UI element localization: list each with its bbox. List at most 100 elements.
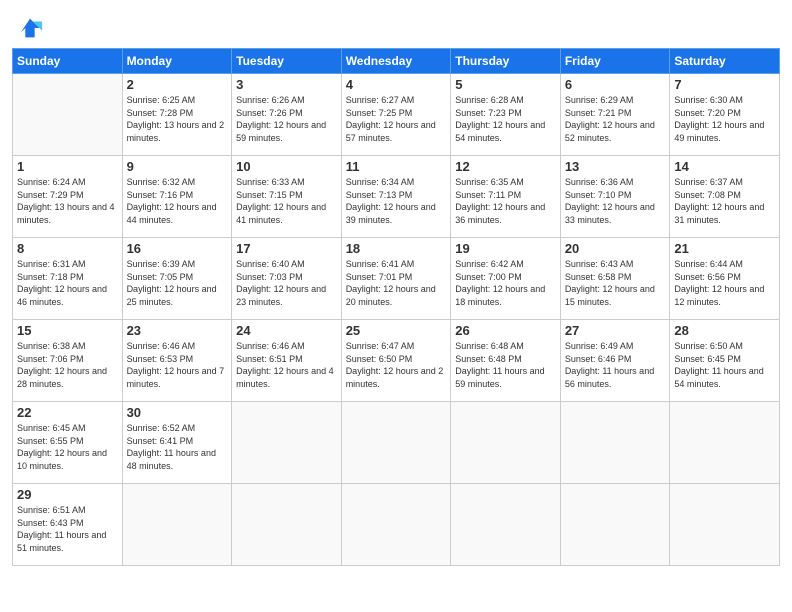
- calendar-cell: 19 Sunrise: 6:42 AMSunset: 7:00 PMDayligh…: [451, 238, 561, 320]
- day-info: Sunrise: 6:26 AMSunset: 7:26 PMDaylight:…: [236, 94, 337, 144]
- day-number: 20: [565, 241, 666, 256]
- calendar-row-0: 2Sunrise: 6:25 AMSunset: 7:28 PMDaylight…: [13, 74, 780, 156]
- header: [12, 10, 780, 42]
- calendar-cell: 29Sunrise: 6:51 AMSunset: 6:43 PMDayligh…: [13, 484, 123, 566]
- weekday-header-monday: Monday: [122, 49, 232, 74]
- day-info: Sunrise: 6:42 AMSunset: 7:00 PMDaylight:…: [455, 258, 556, 308]
- day-info: Sunrise: 6:46 AMSunset: 6:51 PMDaylight:…: [236, 340, 337, 390]
- day-number: 24: [236, 323, 337, 338]
- day-info: Sunrise: 6:28 AMSunset: 7:23 PMDaylight:…: [455, 94, 556, 144]
- day-info: Sunrise: 6:40 AMSunset: 7:03 PMDaylight:…: [236, 258, 337, 308]
- calendar-cell: 15Sunrise: 6:38 AMSunset: 7:06 PMDayligh…: [13, 320, 123, 402]
- calendar-cell: 21 Sunrise: 6:44 AMSunset: 6:56 PMDayligh…: [670, 238, 780, 320]
- day-number: 14: [674, 159, 775, 174]
- day-number: 1: [17, 159, 118, 174]
- calendar-cell: 11Sunrise: 6:34 AMSunset: 7:13 PMDayligh…: [341, 156, 451, 238]
- calendar-row-2: 8Sunrise: 6:31 AMSunset: 7:18 PMDaylight…: [13, 238, 780, 320]
- calendar-table: SundayMondayTuesdayWednesdayThursdayFrid…: [12, 48, 780, 566]
- day-number: 18: [346, 241, 447, 256]
- day-number: 7: [674, 77, 775, 92]
- calendar-cell: [341, 484, 451, 566]
- calendar-cell: 30 Sunrise: 6:52 AMSunset: 6:41 PMDayligh…: [122, 402, 232, 484]
- calendar-cell: 23 Sunrise: 6:46 AMSunset: 6:53 PMDayligh…: [122, 320, 232, 402]
- logo-icon: [16, 14, 44, 42]
- calendar-row-1: 1Sunrise: 6:24 AMSunset: 7:29 PMDaylight…: [13, 156, 780, 238]
- day-number: 21: [674, 241, 775, 256]
- calendar-cell: 9 Sunrise: 6:32 AMSunset: 7:16 PMDaylight…: [122, 156, 232, 238]
- day-info: Sunrise: 6:38 AMSunset: 7:06 PMDaylight:…: [17, 340, 118, 390]
- weekday-header-friday: Friday: [560, 49, 670, 74]
- calendar-cell: [232, 402, 342, 484]
- calendar-cell: 22 Sunrise: 6:45 AMSunset: 6:55 PMDayligh…: [13, 402, 123, 484]
- calendar-cell: [451, 402, 561, 484]
- day-number: 13: [565, 159, 666, 174]
- calendar-cell: 14 Sunrise: 6:37 AMSunset: 7:08 PMDayligh…: [670, 156, 780, 238]
- calendar-cell: [122, 484, 232, 566]
- calendar-cell: [232, 484, 342, 566]
- calendar-cell: 5Sunrise: 6:28 AMSunset: 7:23 PMDaylight…: [451, 74, 561, 156]
- day-info: Sunrise: 6:52 AMSunset: 6:41 PMDaylight:…: [127, 422, 228, 472]
- day-info: Sunrise: 6:27 AMSunset: 7:25 PMDaylight:…: [346, 94, 447, 144]
- day-number: 3: [236, 77, 337, 92]
- calendar-cell: [341, 402, 451, 484]
- calendar-container: SundayMondayTuesdayWednesdayThursdayFrid…: [0, 0, 792, 612]
- day-info: Sunrise: 6:33 AMSunset: 7:15 PMDaylight:…: [236, 176, 337, 226]
- day-info: Sunrise: 6:32 AMSunset: 7:16 PMDaylight:…: [127, 176, 228, 226]
- day-number: 8: [17, 241, 118, 256]
- day-number: 30: [127, 405, 228, 420]
- day-number: 17: [236, 241, 337, 256]
- calendar-cell: 10 Sunrise: 6:33 AMSunset: 7:15 PMDayligh…: [232, 156, 342, 238]
- calendar-cell: [451, 484, 561, 566]
- calendar-cell: 28 Sunrise: 6:50 AMSunset: 6:45 PMDayligh…: [670, 320, 780, 402]
- calendar-cell: 13 Sunrise: 6:36 AMSunset: 7:10 PMDayligh…: [560, 156, 670, 238]
- day-number: 12: [455, 159, 556, 174]
- day-number: 26: [455, 323, 556, 338]
- day-info: Sunrise: 6:43 AMSunset: 6:58 PMDaylight:…: [565, 258, 666, 308]
- day-number: 28: [674, 323, 775, 338]
- day-number: 9: [127, 159, 228, 174]
- day-number: 2: [127, 77, 228, 92]
- calendar-cell: 4 Sunrise: 6:27 AMSunset: 7:25 PMDaylight…: [341, 74, 451, 156]
- calendar-cell: 16Sunrise: 6:39 AMSunset: 7:05 PMDayligh…: [122, 238, 232, 320]
- day-info: Sunrise: 6:34 AMSunset: 7:13 PMDaylight:…: [346, 176, 447, 226]
- calendar-cell: [13, 74, 123, 156]
- calendar-cell: 26 Sunrise: 6:48 AMSunset: 6:48 PMDayligh…: [451, 320, 561, 402]
- weekday-header-wednesday: Wednesday: [341, 49, 451, 74]
- calendar-cell: [670, 484, 780, 566]
- day-info: Sunrise: 6:48 AMSunset: 6:48 PMDaylight:…: [455, 340, 556, 390]
- day-number: 10: [236, 159, 337, 174]
- day-info: Sunrise: 6:36 AMSunset: 7:10 PMDaylight:…: [565, 176, 666, 226]
- logo: [12, 14, 44, 42]
- day-number: 22: [17, 405, 118, 420]
- calendar-cell: 25Sunrise: 6:47 AMSunset: 6:50 PMDayligh…: [341, 320, 451, 402]
- day-info: Sunrise: 6:37 AMSunset: 7:08 PMDaylight:…: [674, 176, 775, 226]
- day-info: Sunrise: 6:47 AMSunset: 6:50 PMDaylight:…: [346, 340, 447, 390]
- day-info: Sunrise: 6:39 AMSunset: 7:05 PMDaylight:…: [127, 258, 228, 308]
- weekday-header-row: SundayMondayTuesdayWednesdayThursdayFrid…: [13, 49, 780, 74]
- day-number: 27: [565, 323, 666, 338]
- weekday-header-thursday: Thursday: [451, 49, 561, 74]
- calendar-cell: 12Sunrise: 6:35 AMSunset: 7:11 PMDayligh…: [451, 156, 561, 238]
- calendar-cell: [560, 484, 670, 566]
- calendar-cell: 3 Sunrise: 6:26 AMSunset: 7:26 PMDaylight…: [232, 74, 342, 156]
- calendar-cell: 27 Sunrise: 6:49 AMSunset: 6:46 PMDayligh…: [560, 320, 670, 402]
- calendar-row-4: 22 Sunrise: 6:45 AMSunset: 6:55 PMDayligh…: [13, 402, 780, 484]
- day-info: Sunrise: 6:46 AMSunset: 6:53 PMDaylight:…: [127, 340, 228, 390]
- day-number: 19: [455, 241, 556, 256]
- day-info: Sunrise: 6:49 AMSunset: 6:46 PMDaylight:…: [565, 340, 666, 390]
- day-info: Sunrise: 6:44 AMSunset: 6:56 PMDaylight:…: [674, 258, 775, 308]
- calendar-row-5: 29Sunrise: 6:51 AMSunset: 6:43 PMDayligh…: [13, 484, 780, 566]
- calendar-cell: 2Sunrise: 6:25 AMSunset: 7:28 PMDaylight…: [122, 74, 232, 156]
- weekday-header-saturday: Saturday: [670, 49, 780, 74]
- day-info: Sunrise: 6:50 AMSunset: 6:45 PMDaylight:…: [674, 340, 775, 390]
- weekday-header-tuesday: Tuesday: [232, 49, 342, 74]
- calendar-cell: 6Sunrise: 6:29 AMSunset: 7:21 PMDaylight…: [560, 74, 670, 156]
- calendar-cell: [670, 402, 780, 484]
- day-number: 23: [127, 323, 228, 338]
- day-number: 4: [346, 77, 447, 92]
- day-info: Sunrise: 6:45 AMSunset: 6:55 PMDaylight:…: [17, 422, 118, 472]
- day-info: Sunrise: 6:29 AMSunset: 7:21 PMDaylight:…: [565, 94, 666, 144]
- day-info: Sunrise: 6:30 AMSunset: 7:20 PMDaylight:…: [674, 94, 775, 144]
- day-info: Sunrise: 6:41 AMSunset: 7:01 PMDaylight:…: [346, 258, 447, 308]
- calendar-cell: 24 Sunrise: 6:46 AMSunset: 6:51 PMDayligh…: [232, 320, 342, 402]
